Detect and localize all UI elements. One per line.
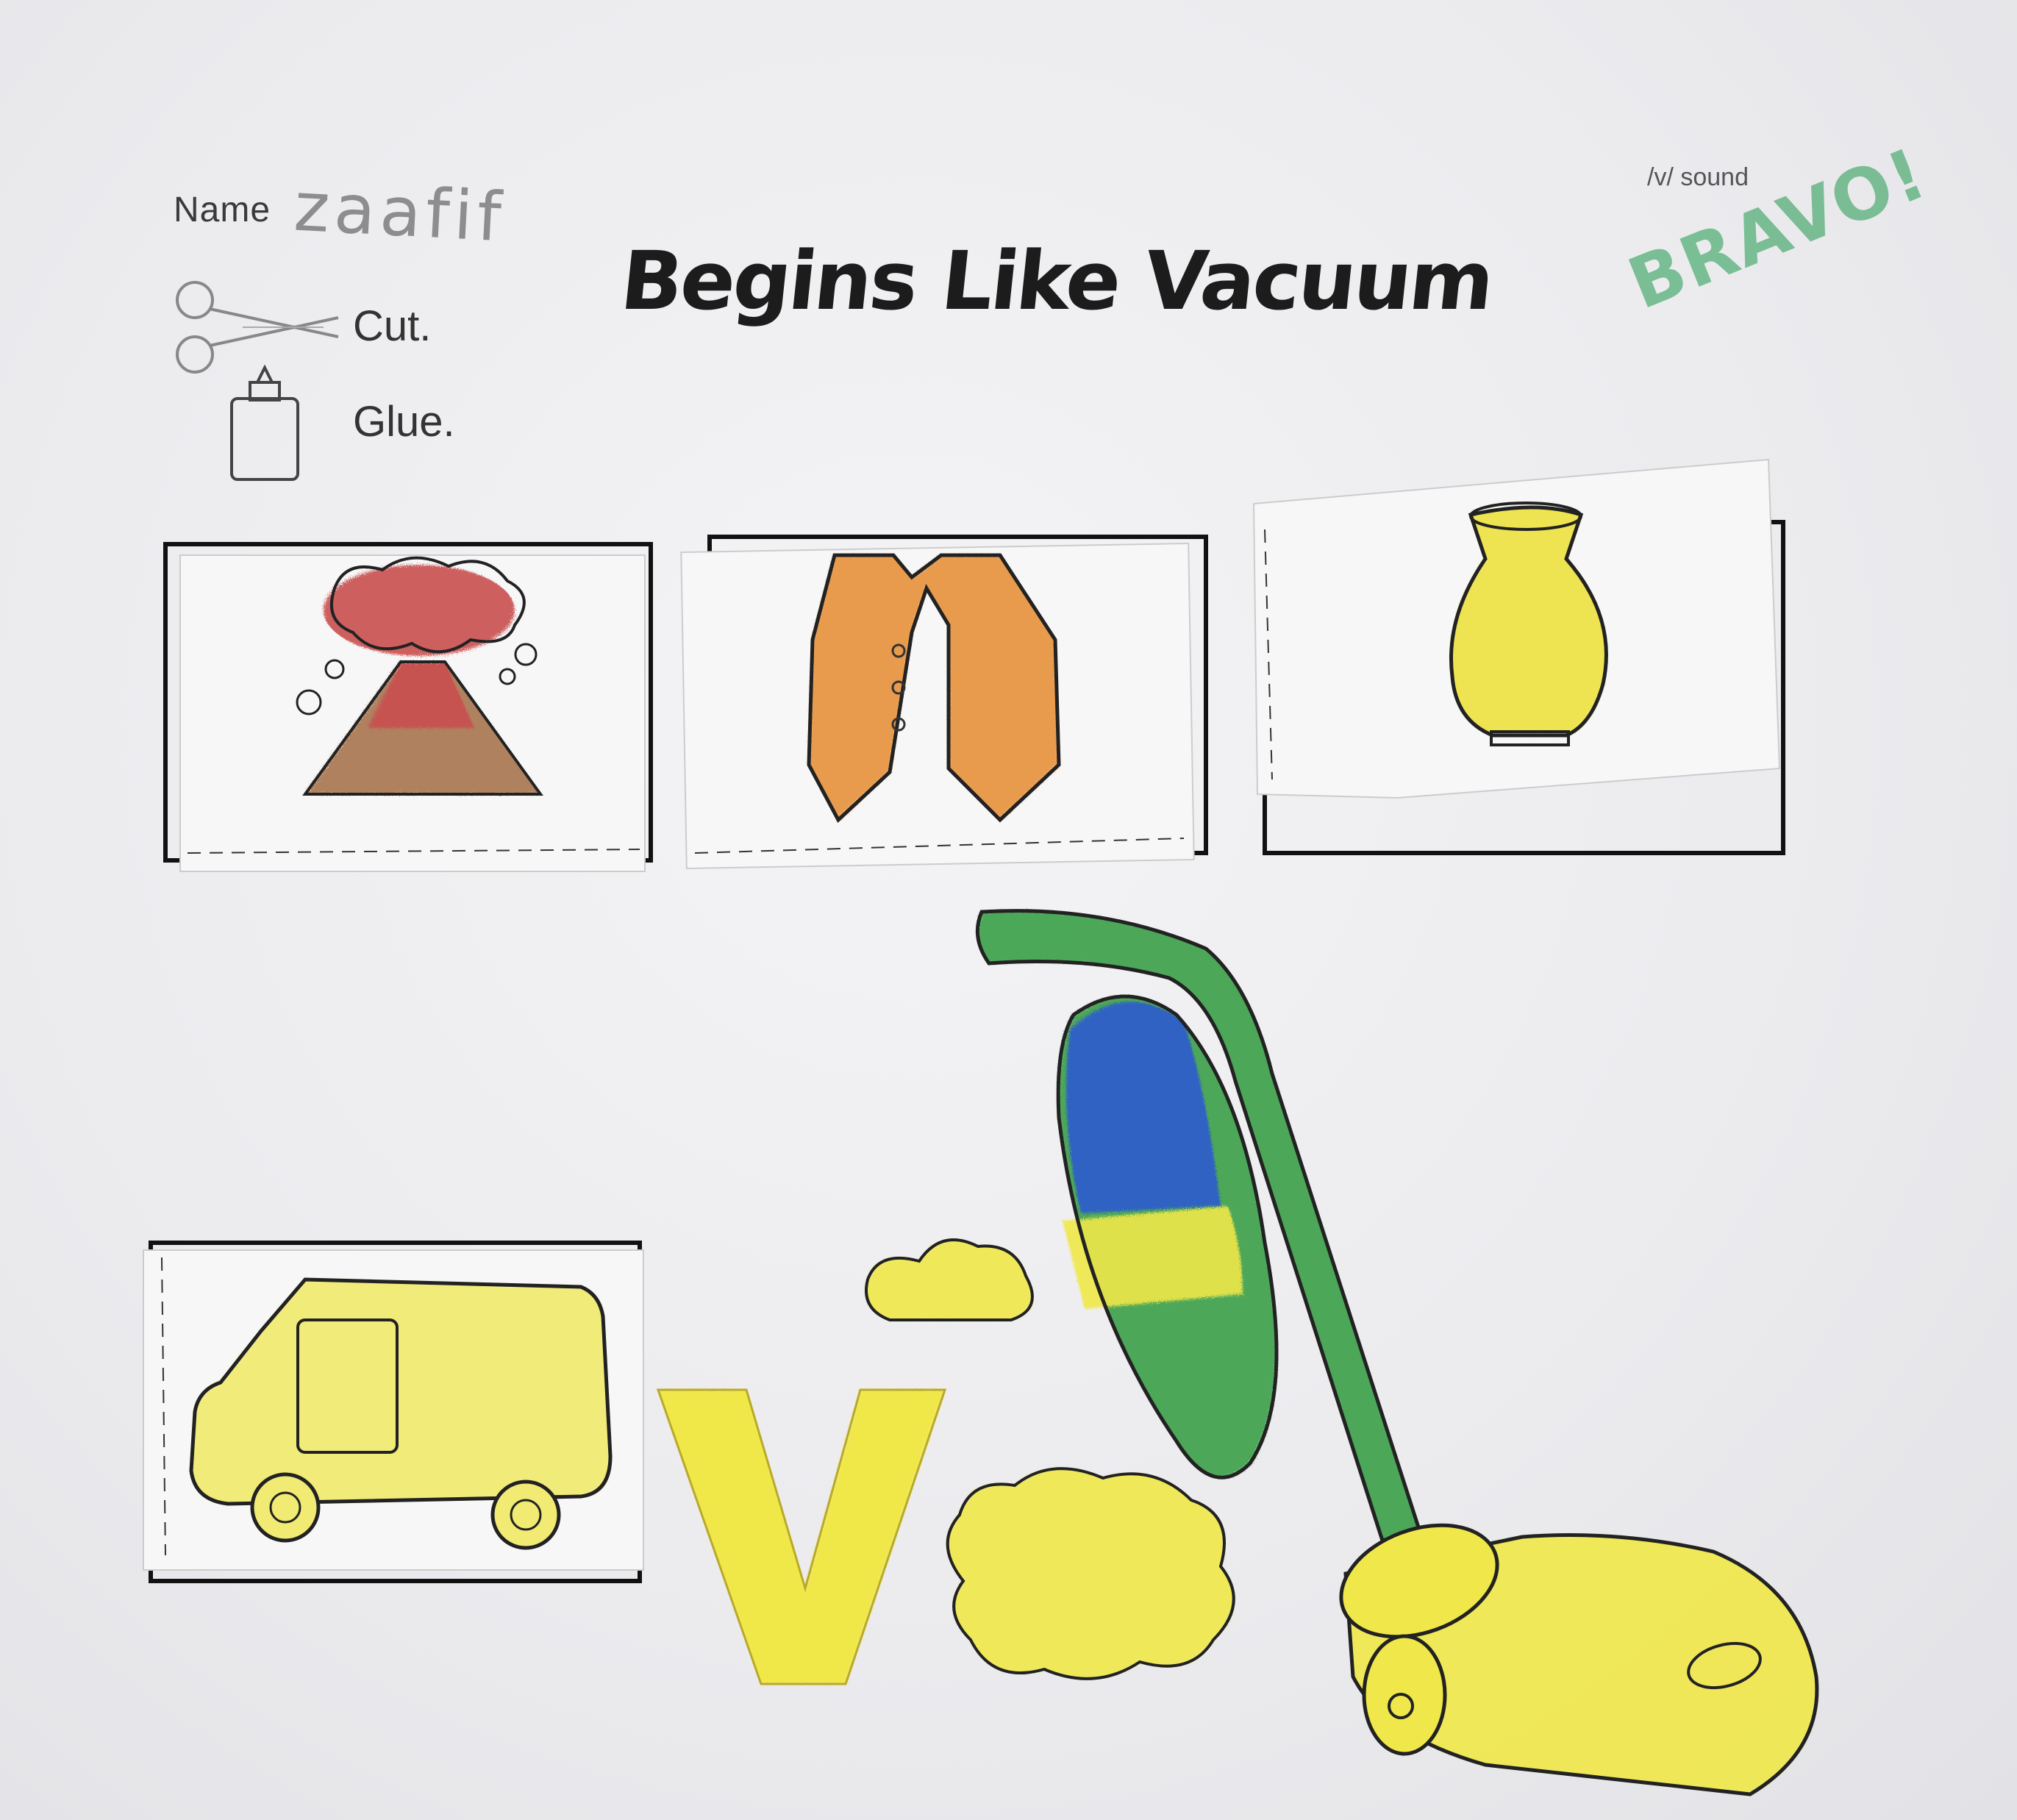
picture-card-vest	[680, 535, 1208, 870]
picture-card-volcano	[163, 542, 653, 872]
letter-v	[656, 1388, 947, 1685]
glue-bottle-icon	[230, 364, 299, 481]
vacuum-cleaner-drawing	[865, 909, 1819, 1796]
scissors-icon	[176, 281, 339, 374]
picture-card-vase	[1252, 458, 1785, 855]
picture-card-van	[143, 1241, 644, 1583]
worksheet-illustrations	[143, 281, 1819, 1796]
